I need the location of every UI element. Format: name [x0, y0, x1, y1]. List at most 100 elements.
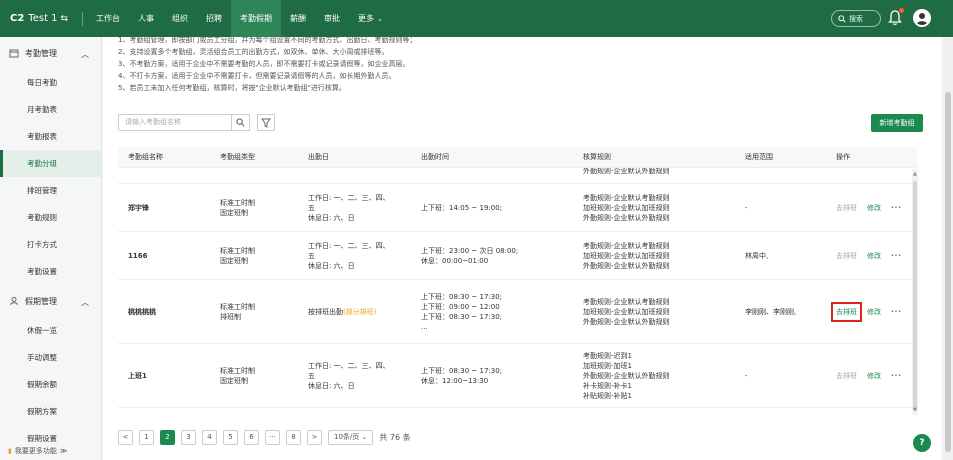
rule-line: 加班规则-企业默认加班规则	[583, 203, 670, 212]
search-icon	[838, 14, 846, 23]
edit-link[interactable]: 修改	[867, 307, 881, 317]
company-logo: C2	[10, 13, 25, 24]
sidebar-item-daily[interactable]: 每日考勤	[0, 69, 101, 96]
type-line: 排班制	[220, 312, 241, 321]
nav-approval[interactable]: 审批	[315, 0, 349, 37]
nav-more[interactable]: 更多 ⌄	[349, 0, 392, 37]
sidebar-item-manual-adjust[interactable]: 手动调整	[0, 344, 101, 371]
sidebar-item-leave-plan[interactable]: 假期方案	[0, 398, 101, 425]
edit-link[interactable]: 修改	[867, 203, 881, 213]
more-actions-icon[interactable]: ···	[891, 307, 902, 317]
type-line: 标准工时制	[220, 246, 255, 255]
sidebar-item-leave-overview[interactable]: 休假一览	[0, 317, 101, 344]
cell-rules: 考勤规则-企业默认考勤规则 加班规则-企业默认加班规则 外勤规则-企业默认外勤规则	[573, 297, 735, 327]
sidebar-group-leave[interactable]: 假期管理 ︿	[0, 285, 101, 317]
sidebar-item-monthly[interactable]: 月考勤表	[0, 96, 101, 123]
note-line: 5、若员工未加入任何考勤组，核算时，将按"企业默认考勤组"进行核算。	[118, 84, 346, 92]
days-line: 休息日: 六、日	[308, 213, 355, 222]
prev-page-button[interactable]: <	[118, 430, 133, 445]
cell-scope: -	[745, 203, 748, 212]
next-page-button[interactable]: >	[307, 430, 322, 445]
add-attendance-group-button[interactable]: 新增考勤组	[871, 114, 923, 132]
scroll-up-icon[interactable]: ▲	[913, 171, 917, 177]
page-button[interactable]: 5	[223, 430, 238, 445]
main-content: 1、考勤组管理，即按部门或员工分组，并为每个组设置不同的考勤方式、出勤日、考勤规…	[103, 36, 941, 460]
rule-line: 考勤规则-企业默认考勤规则	[583, 193, 670, 202]
days-line: 休息日: 六、日	[308, 261, 355, 270]
scroll-down-icon[interactable]: ▼	[913, 407, 917, 413]
cell-type: 标准工时制 固定班制	[210, 366, 298, 386]
search-button[interactable]	[232, 114, 250, 131]
days-line: 按排班出勤	[308, 307, 343, 316]
more-actions-icon[interactable]: ···	[891, 251, 902, 261]
table-scrollbar-thumb[interactable]	[913, 181, 917, 411]
brand[interactable]: C2 Test 1 ⇆	[0, 13, 78, 24]
more-actions-icon[interactable]: ···	[891, 371, 902, 381]
avatar[interactable]	[913, 9, 931, 27]
days-line: 五	[308, 371, 315, 380]
help-button[interactable]: ?	[913, 434, 931, 452]
nav-workbench[interactable]: 工作台	[87, 0, 129, 37]
table-row: 郑宇锋 标准工时制 固定班制 工作日: 一、二、三、四、五休息日: 六、日 上下班…	[118, 184, 917, 232]
sidebar-item-schedule[interactable]: 排班管理	[0, 177, 101, 204]
nav-divider	[82, 11, 83, 26]
days-line: 休息日: 六、日	[308, 381, 355, 390]
type-line: 标准工时制	[220, 198, 255, 207]
page-size-select[interactable]: 10条/页 ⌄	[328, 430, 374, 445]
table-scrollbar[interactable]	[912, 169, 918, 415]
header-time: 出勤时间	[421, 153, 449, 161]
sidebar-item-rules[interactable]: 考勤规则	[0, 204, 101, 231]
page-scrollbar-thumb[interactable]	[945, 92, 951, 452]
sidebar-group-label: 假期管理	[25, 296, 57, 306]
nav-hr[interactable]: 人事	[129, 0, 163, 37]
nav-org[interactable]: 组织	[163, 0, 197, 37]
go-schedule-link[interactable]: 去排班	[836, 203, 857, 213]
cell-rules: 考勤规则-企业默认考勤规则 加班规则-企业默认加班规则 外勤规则-企业默认外勤规则	[573, 193, 735, 223]
days-line: 五	[308, 203, 315, 212]
edit-link[interactable]: 修改	[867, 251, 881, 261]
sidebar-item-clockin[interactable]: 打卡方式	[0, 231, 101, 258]
edit-link[interactable]: 修改	[867, 371, 881, 381]
group-search-input[interactable]: 请输入考勤组名称	[118, 114, 232, 131]
time-line: 休息：00:00~01:00	[421, 256, 489, 265]
page-button-active[interactable]: 2	[160, 430, 175, 445]
page-button[interactable]: 8	[286, 430, 301, 445]
note-line: 2、支持设置多个考勤组，灵活组合员工的出勤方式，如双休、单休、大小周或排班等。	[118, 48, 389, 56]
cell-scope: 李刚刚、李刚刚,	[745, 307, 797, 316]
filter-button[interactable]	[257, 114, 275, 131]
page-button[interactable]: 3	[181, 430, 196, 445]
cell-rules: 考勤规则-企业默认考勤规则 加班规则-企业默认加班规则 外勤规则-企业默认外勤规则	[573, 241, 735, 271]
cell-actions: 去排班 修改 ···	[826, 301, 917, 322]
nav-recruit[interactable]: 招聘	[197, 0, 231, 37]
table-row: 桃桃桃桃 标准工时制 排班制 按排班出勤(部分排班) 上下班：08:30 ~ 17…	[118, 280, 917, 344]
page-button[interactable]: 6	[244, 430, 259, 445]
cell-time: 上下班：14:05 ~ 19:00;	[411, 203, 573, 213]
sidebar-item-leave-balance[interactable]: 假期余额	[0, 371, 101, 398]
sidebar-item-report[interactable]: 考勤报表	[0, 123, 101, 150]
page-ellipsis[interactable]: ···	[265, 430, 280, 445]
chevron-up-icon: ︿	[81, 50, 89, 59]
sidebar-group-attendance[interactable]: 考勤管理 ︿	[0, 37, 101, 69]
partial-schedule-badge: (部分排班)	[343, 307, 377, 316]
user-avatar-icon	[916, 13, 928, 25]
global-search[interactable]: 搜索	[831, 10, 881, 27]
go-schedule-link[interactable]: 去排班	[836, 251, 857, 261]
page-button[interactable]: 1	[139, 430, 154, 445]
nav-attendance[interactable]: 考勤假期	[231, 0, 281, 37]
go-schedule-link[interactable]: 去排班	[836, 371, 857, 381]
company-name: Test 1	[28, 13, 58, 24]
sidebar-item-settings[interactable]: 考勤设置	[0, 258, 101, 285]
nav-payroll[interactable]: 薪酬	[281, 0, 315, 37]
switch-company-icon[interactable]: ⇆	[61, 14, 69, 24]
table-header: 考勤组名称 考勤组类型 出勤日 出勤时间 核算规则 适用范围 操作	[118, 147, 917, 168]
attendance-groups-table: 考勤组名称 考勤组类型 出勤日 出勤时间 核算规则 适用范围 操作 外勤规则-企…	[118, 147, 917, 415]
page-button[interactable]: 4	[202, 430, 217, 445]
more-actions-icon[interactable]: ···	[891, 203, 902, 213]
go-schedule-link[interactable]: 去排班	[831, 301, 862, 322]
cell-type: 标准工时制 排班制	[210, 302, 298, 322]
page-scrollbar[interactable]	[943, 37, 953, 460]
notification-dot	[899, 8, 904, 13]
more-features-link[interactable]: ▮ 我要更多功能 ≫	[8, 446, 67, 456]
cell-days: 工作日: 一、二、三、四、五休息日: 六、日	[298, 241, 411, 271]
sidebar-item-groups[interactable]: 考勤分组	[0, 150, 101, 177]
